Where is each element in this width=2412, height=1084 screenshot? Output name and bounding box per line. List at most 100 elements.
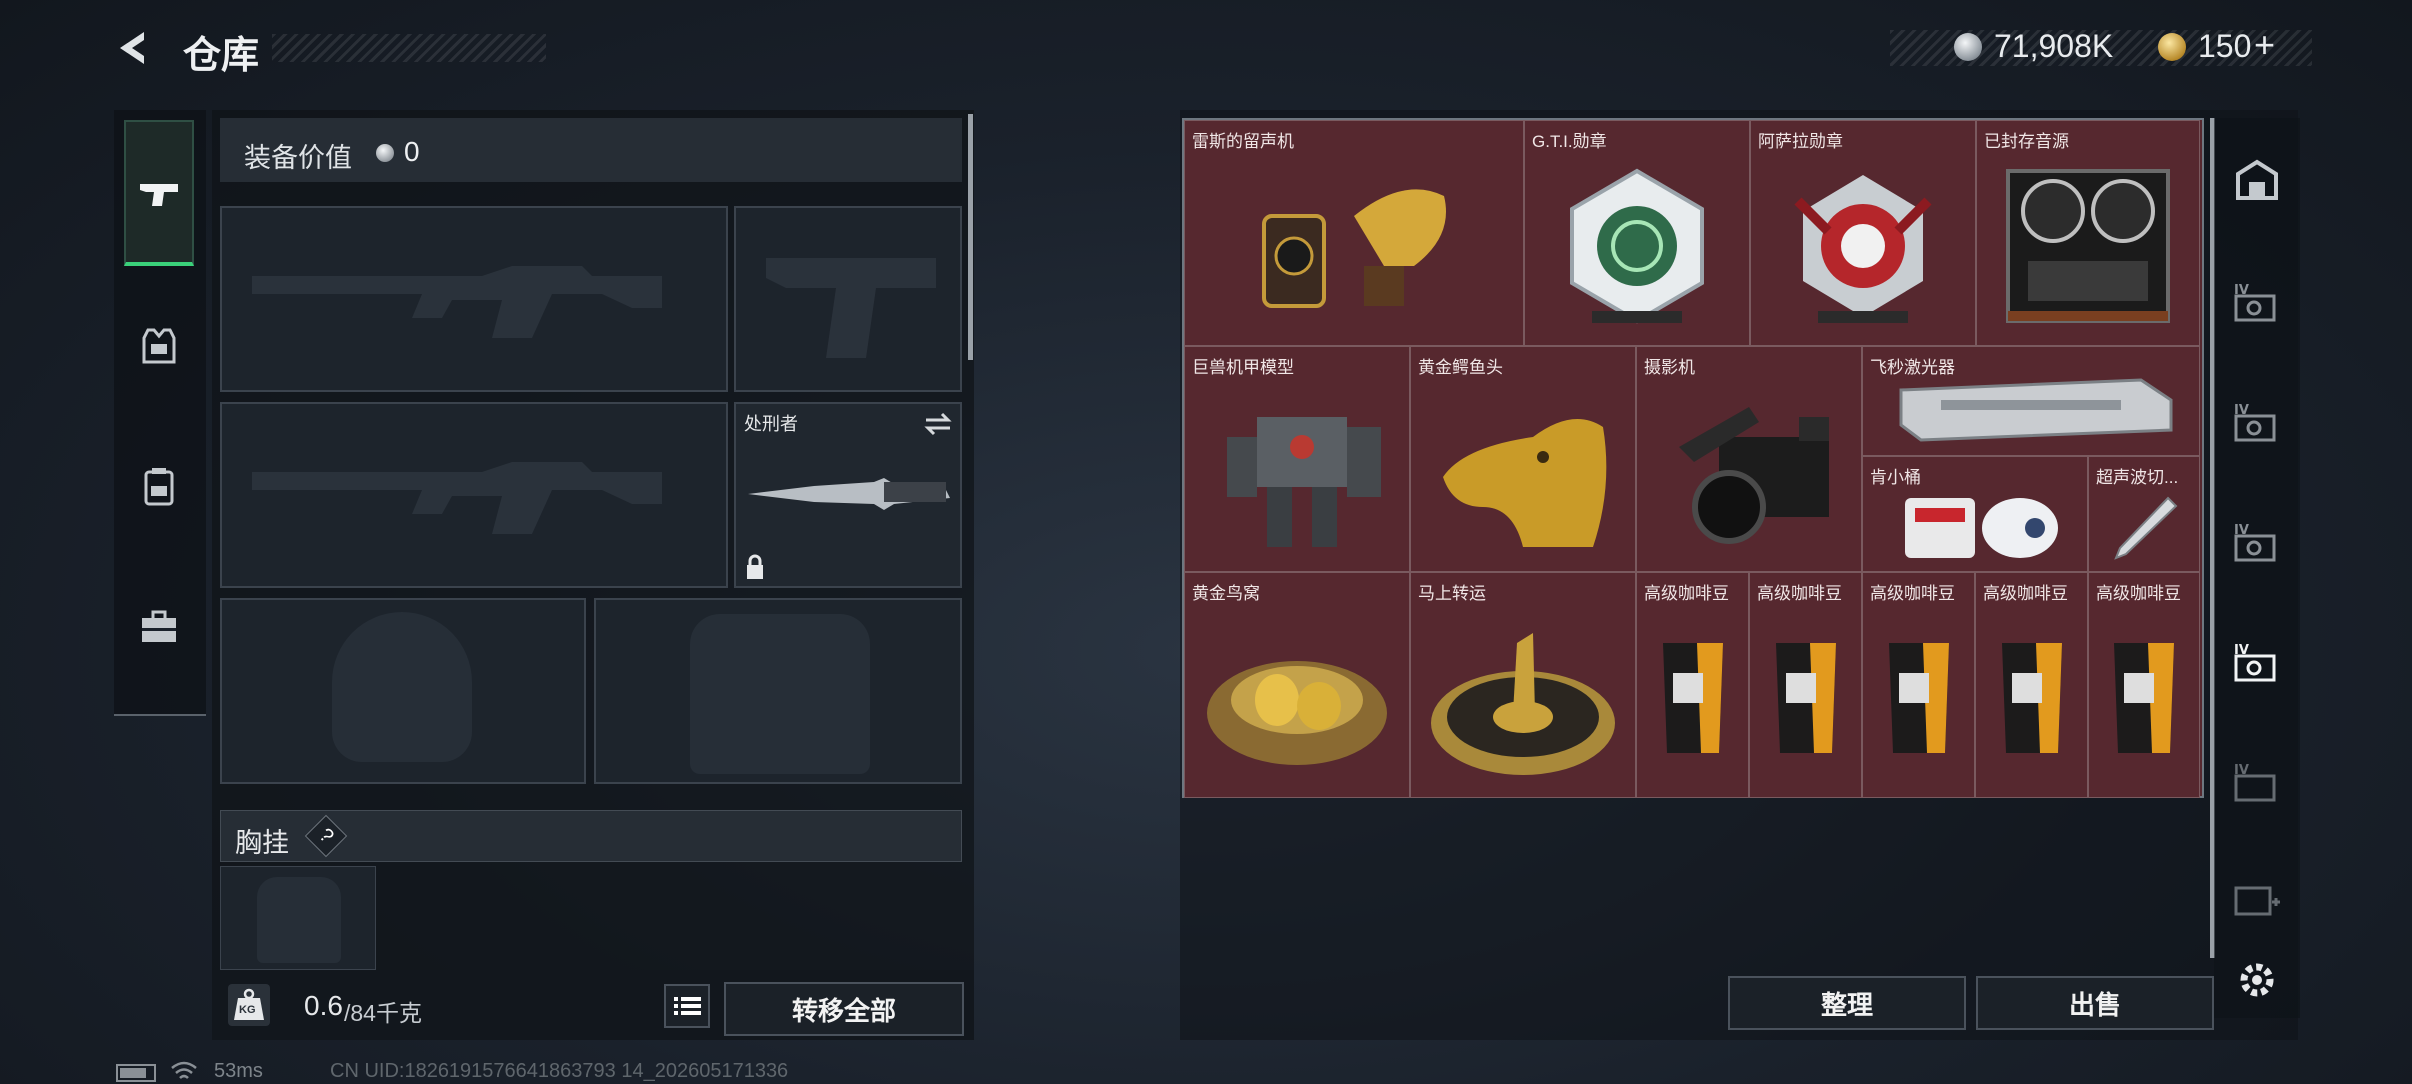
case-iv-icon: IV — [2234, 403, 2276, 442]
ultrasonic-cutter-icon — [2114, 496, 2178, 560]
body-armor-slot[interactable] — [594, 598, 962, 784]
home-storage-icon — [2236, 159, 2278, 200]
pistol-icon — [140, 184, 178, 206]
tab-home-storage[interactable] — [2222, 136, 2292, 226]
tab-case[interactable]: IV — [2222, 494, 2292, 594]
tab-add-case[interactable] — [2222, 854, 2292, 944]
list-view-button[interactable] — [664, 984, 710, 1028]
storage-item[interactable]: 肯小桶 — [1862, 456, 2088, 572]
chest-rig-silhouette-icon — [257, 877, 341, 963]
storage-item[interactable]: 飞秒激光器 — [1862, 346, 2200, 456]
gti-medal-icon — [1570, 169, 1704, 324]
tape-recorder-icon — [2006, 169, 2170, 324]
gramophone-icon — [1262, 189, 1446, 309]
sidearm-slot[interactable] — [734, 206, 962, 392]
coffee-bag-icon — [1888, 643, 1949, 754]
tab-armor[interactable] — [124, 300, 194, 410]
panel-scrollbar[interactable] — [968, 114, 973, 360]
melee-slot[interactable]: 处刑者 — [734, 402, 962, 588]
tab-case[interactable]: IV — [2222, 734, 2292, 834]
storage-item[interactable]: 黄金鸟窝 — [1184, 572, 1410, 798]
storage-item[interactable]: 高级咖啡豆 — [2088, 572, 2200, 798]
fortune-wheel-icon — [1431, 633, 1615, 776]
gold-nest-icon — [1207, 661, 1387, 766]
add-case-icon — [2234, 886, 2280, 916]
bucket-icon — [1905, 497, 2058, 558]
storage-item[interactable]: 高级咖啡豆 — [1749, 572, 1862, 798]
storage-item[interactable]: 超声波切... — [2088, 456, 2200, 572]
settings-button[interactable] — [2222, 948, 2292, 1014]
storage-item[interactable]: 摄影机 — [1636, 346, 1862, 572]
storage-item[interactable]: 高级咖啡豆 — [1636, 572, 1749, 798]
storage-item[interactable]: 马上转运 — [1410, 572, 1636, 798]
pistol-silhouette-icon — [766, 258, 936, 358]
weight-max: /84千克 — [344, 1000, 422, 1026]
rifle-silhouette-icon — [252, 462, 662, 534]
swap-icon[interactable] — [922, 410, 954, 438]
rifle-silhouette-icon — [252, 266, 662, 338]
page-title: 仓库 — [183, 35, 260, 77]
melee-weapon-name: 处刑者 — [744, 414, 798, 434]
silver-coin-icon — [1954, 33, 1982, 61]
tab-toolbox[interactable] — [124, 580, 194, 690]
storage-item[interactable]: 巨兽机甲模型 — [1184, 346, 1410, 572]
gold-currency-amount: 150 — [2198, 28, 2252, 64]
storage-item[interactable]: 已封存音源 — [1976, 120, 2200, 346]
case-iv-icon: IV — [2234, 523, 2276, 562]
lock-icon — [747, 554, 763, 579]
value-coin-icon — [376, 144, 394, 162]
back-button[interactable] — [112, 26, 156, 70]
tab-case[interactable]: IV — [2222, 374, 2292, 474]
gear-icon — [2240, 963, 2274, 997]
knife-icon — [748, 478, 950, 510]
storage-item[interactable]: 雷斯的留声机 — [1184, 120, 1524, 346]
uid: CN UID:1826191576641863793 14_2026051713… — [330, 1060, 789, 1082]
tab-backpack[interactable] — [124, 440, 194, 550]
camera-icon — [1679, 407, 1829, 545]
title-decoration — [272, 34, 546, 62]
gold-coin-icon — [2158, 33, 2186, 61]
sort-button[interactable]: 整理 — [1728, 976, 1966, 1030]
coffee-bag-icon — [1775, 643, 1836, 754]
storage-item[interactable]: 高级咖啡豆 — [1975, 572, 2088, 798]
sell-button[interactable]: 出售 — [1976, 976, 2214, 1030]
weight-current: 0.6 — [304, 990, 343, 1021]
equipment-value: 0 — [404, 136, 420, 167]
asala-medal-icon — [1794, 175, 1932, 324]
tab-case[interactable]: IV — [2222, 254, 2292, 354]
battery-icon — [116, 1064, 156, 1082]
storage-item[interactable]: 高级咖啡豆 — [1862, 572, 1975, 798]
helmet-silhouette-icon — [332, 612, 472, 762]
chest-rig-label: 胸挂 — [235, 828, 289, 858]
add-currency-button[interactable]: + — [2254, 24, 2275, 66]
toolbox-icon — [142, 610, 176, 642]
laser-icon — [1899, 378, 2173, 442]
case-iv-icon: IV — [2234, 643, 2276, 682]
weight-icon: KG — [228, 984, 270, 1026]
backpack-icon — [144, 468, 174, 506]
coffee-bag-icon — [2114, 643, 2174, 754]
wifi-icon — [171, 1061, 197, 1079]
storage-item[interactable]: 阿萨拉勋章 — [1750, 120, 1976, 346]
coffee-bag-icon — [1662, 643, 1723, 754]
chest-rig-slot[interactable] — [220, 866, 376, 970]
equipment-panel: 装备价值 0 处刑者 胸挂 ? KG 0.6 /84千克 转移全部 — [212, 110, 974, 1040]
left-tab-rail — [114, 110, 206, 716]
right-tab-rail: IV IV IV IV IV — [2214, 118, 2300, 1018]
secondary-weapon-slot[interactable] — [220, 402, 728, 588]
transfer-all-button[interactable]: 转移全部 — [724, 982, 964, 1036]
mech-model-icon — [1227, 417, 1381, 548]
storage-item[interactable]: G.T.I.勋章 — [1524, 120, 1750, 346]
silver-currency-amount: 71,908K — [1994, 28, 2114, 64]
storage-item[interactable]: 黄金鳄鱼头 — [1410, 346, 1636, 572]
tab-weapons[interactable] — [124, 120, 194, 266]
helmet-slot[interactable] — [220, 598, 586, 784]
equipment-value-bar: 装备价值 0 — [220, 118, 962, 182]
coffee-bag-icon — [2001, 643, 2062, 754]
back-arrow-icon — [120, 32, 144, 64]
help-icon[interactable]: ? — [304, 814, 348, 858]
list-icon — [674, 997, 701, 1015]
ping: 53ms — [214, 1060, 263, 1082]
tab-case-active[interactable]: IV — [2222, 614, 2292, 714]
primary-weapon-slot[interactable] — [220, 206, 728, 392]
